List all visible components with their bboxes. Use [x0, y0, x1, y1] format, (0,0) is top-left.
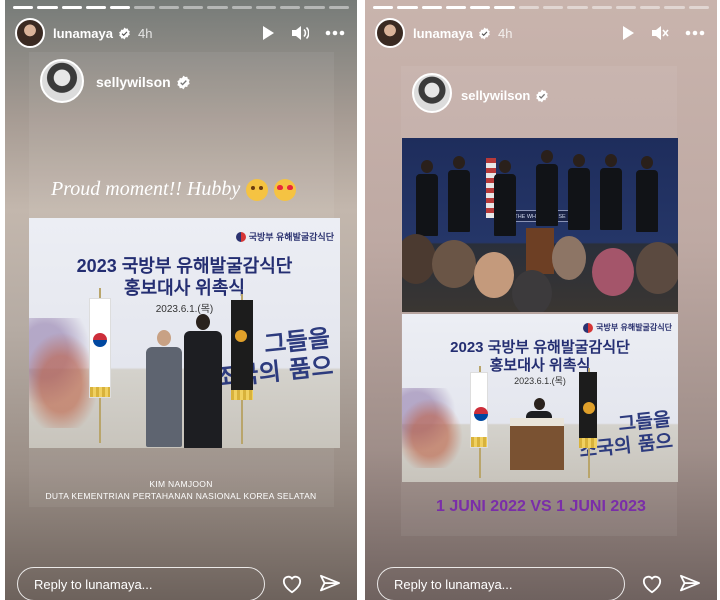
volume-icon[interactable] [291, 25, 309, 41]
military-flag [579, 372, 597, 448]
play-icon[interactable] [261, 25, 275, 41]
verified-badge-icon [118, 27, 131, 40]
story-progress-bar [13, 6, 349, 9]
banner-title-line2: 홍보대사 위촉식 [124, 278, 245, 298]
ministry-logo-text: 국방부 유해발굴감식단 [248, 232, 334, 242]
story-header: lunamaya 4h [15, 18, 345, 48]
reply-placeholder: Reply to lunamaya... [394, 576, 513, 592]
banner-date: 2023.6.1.(목) [155, 304, 214, 315]
send-icon[interactable] [319, 574, 341, 594]
muted-volume-icon[interactable] [651, 25, 669, 41]
post-time: 4h [137, 25, 153, 41]
band-member [416, 160, 438, 236]
send-icon[interactable] [679, 574, 701, 594]
briefing-photo: THE WHITE HOUSE [402, 138, 678, 312]
band-member [600, 154, 622, 230]
story-footer: Reply to lunamaya... [17, 567, 347, 600]
ceremony-photo: 국방부 유해발굴감식단 2023 국방부 유해발굴감식단 홍보대사 위촉식 20… [29, 218, 340, 448]
banner-date: 2023.6.1.(목) [514, 376, 566, 386]
heart-eyes-emoji [274, 178, 297, 201]
korean-flag [470, 372, 488, 448]
story-right: lunamaya 4h sellywilson THE WHITE HOUSE [365, 0, 717, 600]
shared-username: sellywilson [96, 74, 191, 90]
verified-badge-icon [478, 27, 491, 40]
band-member [494, 160, 516, 236]
story-left: lunamaya 4h sellywilson Proud moment!! H… [5, 0, 357, 600]
lectern [510, 418, 564, 470]
story-header: lunamaya 4h [375, 18, 705, 48]
band-member [536, 150, 558, 226]
reply-input[interactable]: Reply to lunamaya... [377, 567, 625, 600]
shared-avatar [412, 73, 452, 113]
military-flag [231, 300, 253, 400]
avatar[interactable] [15, 18, 45, 48]
korean-flag [89, 298, 111, 398]
banner-title-line2: 홍보대사 위촉식 [489, 357, 591, 374]
comparison-text: 1 JUNI 2022 VS 1 JUNI 2023 [436, 498, 646, 515]
credit-title: DUTA KEMENTRIAN PERTAHANAN NASIONAL KORE… [45, 491, 317, 502]
shared-username-text: sellywilson [96, 74, 171, 90]
reply-input[interactable]: Reply to lunamaya... [17, 567, 265, 600]
verified-badge-icon [535, 89, 549, 103]
caption-text: Proud moment!! Hubby [51, 178, 241, 200]
band-member [448, 156, 470, 232]
ministry-logo-text: 국방부 유해발굴감식단 [596, 323, 672, 332]
credit-name: KIM NAMJOON [149, 479, 213, 489]
shared-avatar [40, 59, 84, 103]
soldier-mural [402, 388, 472, 468]
official-person [146, 330, 182, 447]
press-crowd [402, 234, 678, 312]
ceremony-photo: 국방부 유해발굴감식단 2023 국방부 유해발굴감식단 홍보대사 위촉식 20… [402, 314, 678, 482]
play-icon[interactable] [621, 25, 635, 41]
namjoon-person [184, 314, 222, 448]
heart-icon[interactable] [281, 574, 303, 594]
photo-credit: KIM NAMJOON DUTA KEMENTRIAN PERTAHANAN N… [5, 478, 357, 503]
post-time: 4h [497, 25, 513, 41]
story-footer: Reply to lunamaya... [377, 567, 707, 600]
band-member [636, 156, 658, 232]
verified-badge-icon [176, 75, 191, 90]
shared-username-text: sellywilson [461, 88, 531, 103]
story-caption: Proud moment!! Hubby [51, 178, 297, 201]
ministry-emblem-icon [583, 322, 594, 333]
ministry-logo: 국방부 유해발굴감식단 [235, 230, 334, 243]
reply-placeholder: Reply to lunamaya... [34, 576, 153, 592]
more-options-icon[interactable] [325, 30, 345, 36]
heart-icon[interactable] [641, 574, 663, 594]
ministry-emblem-icon [235, 231, 246, 242]
more-options-icon[interactable] [685, 30, 705, 36]
story-progress-bar [373, 6, 709, 9]
ministry-logo: 국방부 유해발굴감식단 [583, 322, 672, 333]
band-member [568, 154, 590, 230]
shared-username: sellywilson [461, 88, 549, 103]
face-blowing-kiss-emoji [246, 178, 269, 201]
story-username[interactable]: lunamaya [413, 26, 473, 41]
story-username[interactable]: lunamaya [53, 26, 113, 41]
avatar[interactable] [375, 18, 405, 48]
calligraphy: 그들을 조국의 품으 [211, 323, 334, 392]
